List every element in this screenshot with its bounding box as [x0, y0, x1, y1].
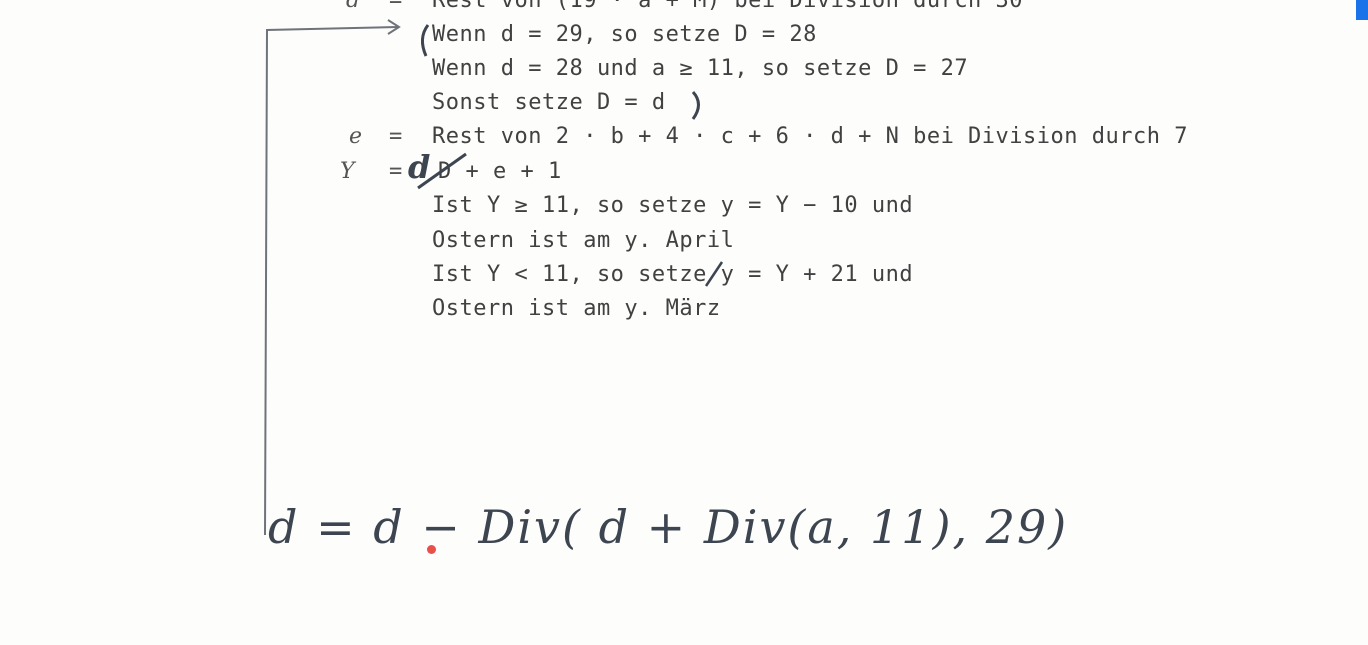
bracket-arrow [264, 26, 399, 536]
open-paren-stroke [421, 24, 430, 57]
close-paren-stroke [691, 90, 700, 120]
cursor-dot-icon [427, 545, 436, 554]
pen-strokes [264, 19, 724, 536]
scanned-page: d = Rest von (19 · a + M) bei Division d… [0, 0, 1368, 645]
corner-tab-icon[interactable] [1356, 0, 1368, 20]
strike-through-t [704, 261, 724, 287]
strike-through-D [417, 152, 467, 190]
